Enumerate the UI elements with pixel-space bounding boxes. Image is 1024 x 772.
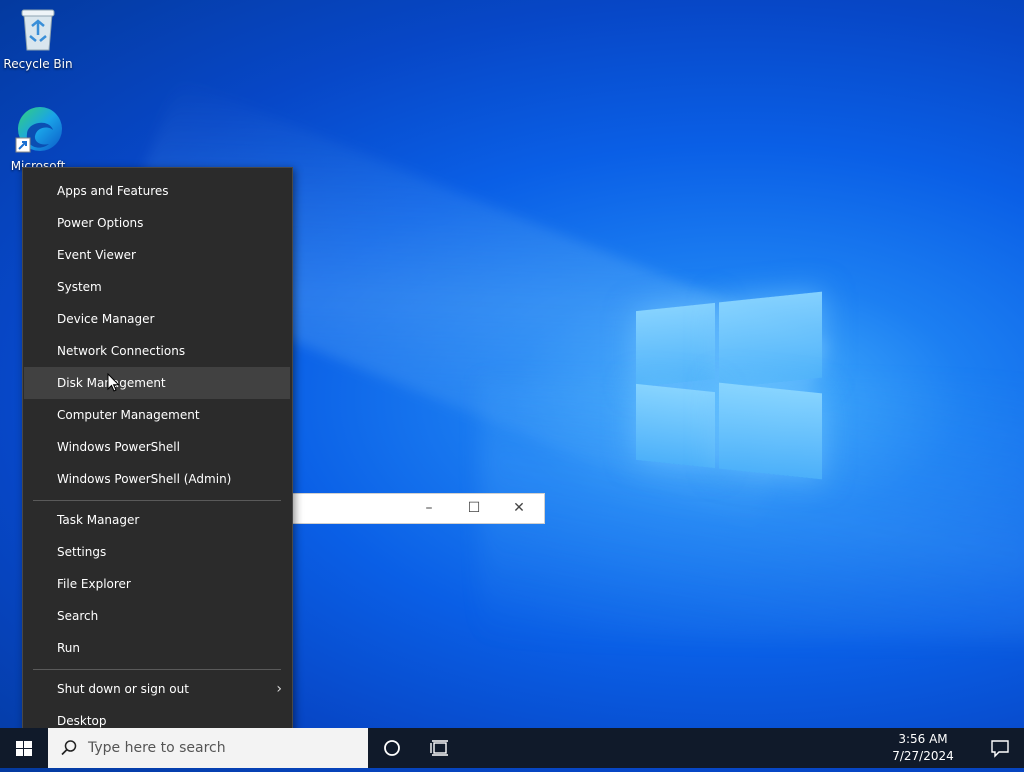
menu-item-label: Settings bbox=[57, 545, 107, 559]
menu-item-run[interactable]: Run bbox=[24, 632, 290, 664]
menu-separator bbox=[33, 669, 281, 670]
background-window-titlebar[interactable]: – ☐ ✕ bbox=[288, 493, 545, 524]
close-button[interactable]: ✕ bbox=[507, 498, 531, 518]
wallpaper-windows-logo bbox=[636, 289, 822, 480]
menu-item-windows-powershell[interactable]: Windows PowerShell bbox=[24, 431, 290, 463]
start-button[interactable] bbox=[0, 728, 48, 768]
edge-shortcut[interactable]: Microsoft bbox=[0, 104, 76, 173]
menu-item-label: File Explorer bbox=[57, 577, 131, 591]
menu-item-label: Event Viewer bbox=[57, 248, 136, 262]
clock-date: 7/27/2024 bbox=[892, 749, 954, 763]
task-view-button[interactable] bbox=[416, 728, 464, 768]
mouse-cursor-icon bbox=[107, 372, 121, 397]
notification-icon bbox=[991, 740, 1009, 758]
menu-item-settings[interactable]: Settings bbox=[24, 536, 290, 568]
menu-item-label: Computer Management bbox=[57, 408, 200, 422]
menu-item-label: Run bbox=[57, 641, 81, 655]
menu-item-label: Device Manager bbox=[57, 312, 155, 326]
menu-item-label: Task Manager bbox=[57, 513, 140, 527]
menu-item-system[interactable]: System bbox=[24, 271, 290, 303]
menu-item-label: Shut down or sign out bbox=[57, 682, 189, 696]
cortana-circle-icon bbox=[384, 740, 400, 756]
system-clock[interactable]: 3:56 AM 7/27/2024 bbox=[878, 731, 968, 765]
cortana-button[interactable] bbox=[368, 728, 416, 768]
menu-separator bbox=[33, 500, 281, 501]
menu-item-label: Search bbox=[57, 609, 99, 623]
windows-logo-icon bbox=[16, 741, 32, 756]
menu-item-event-viewer[interactable]: Event Viewer bbox=[24, 239, 290, 271]
minimize-button[interactable]: – bbox=[417, 498, 441, 518]
clock-time: 3:56 AM bbox=[898, 732, 948, 746]
menu-item-shut-down-or-sign-out[interactable]: Shut down or sign out › bbox=[24, 673, 290, 705]
taskbar: Type here to search 3:56 AM 7/27/2024 bbox=[0, 728, 1024, 768]
menu-item-label: Apps and Features bbox=[57, 184, 169, 198]
menu-item-label: Windows PowerShell (Admin) bbox=[57, 472, 232, 486]
recycle-bin-icon bbox=[0, 6, 76, 55]
menu-item-label: Desktop bbox=[57, 714, 107, 728]
menu-item-device-manager[interactable]: Device Manager bbox=[24, 303, 290, 335]
menu-item-computer-management[interactable]: Computer Management bbox=[24, 399, 290, 431]
desktop-icon-label: Recycle Bin bbox=[3, 57, 73, 71]
menu-item-label: System bbox=[57, 280, 102, 294]
task-view-icon bbox=[430, 740, 448, 756]
taskbar-search-box[interactable]: Type here to search bbox=[48, 728, 368, 768]
menu-item-power-options[interactable]: Power Options bbox=[24, 207, 290, 239]
menu-item-search[interactable]: Search bbox=[24, 600, 290, 632]
menu-item-windows-powershell-admin[interactable]: Windows PowerShell (Admin) bbox=[24, 463, 290, 495]
menu-item-disk-management[interactable]: Disk Management bbox=[24, 367, 290, 399]
menu-item-network-connections[interactable]: Network Connections bbox=[24, 335, 290, 367]
action-center-button[interactable] bbox=[990, 738, 1010, 758]
menu-item-task-manager[interactable]: Task Manager bbox=[24, 504, 290, 536]
maximize-button[interactable]: ☐ bbox=[462, 498, 486, 518]
menu-item-label: Network Connections bbox=[57, 344, 186, 358]
quick-link-menu: Apps and Features Power Options Event Vi… bbox=[22, 167, 293, 748]
edge-icon bbox=[0, 104, 76, 157]
menu-item-label: Windows PowerShell bbox=[57, 440, 180, 454]
menu-item-label: Power Options bbox=[57, 216, 144, 230]
search-placeholder: Type here to search bbox=[88, 740, 226, 756]
search-icon bbox=[61, 740, 77, 756]
recycle-bin-shortcut[interactable]: Recycle Bin bbox=[0, 6, 76, 71]
chevron-right-icon: › bbox=[276, 681, 282, 697]
menu-item-file-explorer[interactable]: File Explorer bbox=[24, 568, 290, 600]
menu-item-apps-and-features[interactable]: Apps and Features bbox=[24, 175, 290, 207]
